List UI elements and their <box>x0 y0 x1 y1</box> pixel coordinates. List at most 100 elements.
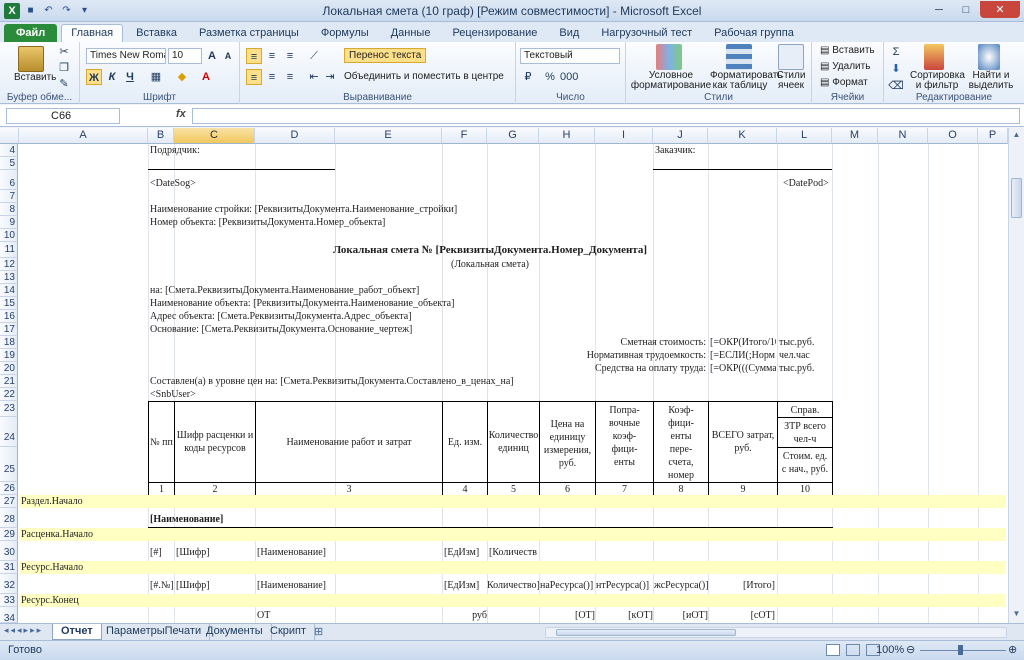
zoom-out-icon[interactable]: ⊖ <box>906 643 915 656</box>
row-header[interactable]: 10 <box>0 229 18 242</box>
row-header[interactable]: 26 <box>0 482 18 495</box>
minimize-button[interactable]: ─ <box>926 1 952 18</box>
col-header-m[interactable]: M <box>832 128 878 144</box>
row-header[interactable]: 24 <box>0 417 18 447</box>
row-header[interactable]: 25 <box>0 447 18 482</box>
col-header-a[interactable]: A <box>19 128 148 144</box>
col-header-f[interactable]: F <box>442 128 487 144</box>
row-header[interactable]: 28 <box>0 508 18 528</box>
row-header[interactable]: 5 <box>0 157 18 170</box>
spreadsheet-grid[interactable]: A B C D E F G H I J K L M N O P 4 5 6 7 … <box>0 128 1008 623</box>
delete-cells-button[interactable]: ▤ Удалить <box>820 61 870 72</box>
outdent-icon[interactable]: ⇥ <box>322 69 338 85</box>
format-cells-button[interactable]: ▤ Формат <box>820 77 868 88</box>
close-button[interactable]: ✕ <box>980 1 1020 18</box>
indent-icon[interactable]: ⇤ <box>306 69 322 85</box>
borders-icon[interactable]: ▦ <box>148 69 164 85</box>
align-right-icon[interactable]: ≡ <box>282 69 298 85</box>
row-header[interactable]: 18 <box>0 336 18 349</box>
col-header-n[interactable]: N <box>878 128 928 144</box>
col-header-h[interactable]: H <box>539 128 595 144</box>
format-table-button[interactable]: Форматировать как таблицу <box>710 71 783 91</box>
row-header[interactable]: 19 <box>0 349 18 362</box>
tab-load-test[interactable]: Нагрузочный тест <box>592 25 701 42</box>
align-left-icon[interactable]: ≡ <box>246 69 262 85</box>
currency-icon[interactable]: ₽ <box>520 69 536 85</box>
hscroll-thumb[interactable] <box>556 629 736 636</box>
font-color-icon[interactable]: A <box>198 69 214 85</box>
row-header[interactable]: 15 <box>0 297 18 310</box>
tab-page-layout[interactable]: Разметка страницы <box>190 25 308 42</box>
row-header[interactable]: 6 <box>0 170 18 190</box>
align-top-icon[interactable]: ≡ <box>246 48 262 64</box>
row-header[interactable]: 29 <box>0 528 18 541</box>
shrink-font-icon[interactable]: A <box>220 48 236 64</box>
cell-styles-button[interactable]: Стили ячеек <box>772 71 810 91</box>
cut-icon[interactable]: ✂ <box>56 44 72 60</box>
tab-formulas[interactable]: Формулы <box>312 25 378 42</box>
col-header-d[interactable]: D <box>255 128 335 144</box>
row-header[interactable]: 32 <box>0 574 18 594</box>
row-header[interactable]: 9 <box>0 216 18 229</box>
row-header[interactable]: 14 <box>0 284 18 297</box>
row-header[interactable]: 7 <box>0 190 18 203</box>
font-name-combo[interactable]: Times New Roman <box>86 48 166 64</box>
horizontal-scrollbar[interactable] <box>545 627 1007 638</box>
sheet-tab-script[interactable]: Скрипт <box>262 624 316 640</box>
scroll-down-icon[interactable]: ▼ <box>1011 609 1022 621</box>
maximize-button[interactable]: □ <box>953 1 979 18</box>
row-header[interactable]: 31 <box>0 561 18 574</box>
insert-cells-button[interactable]: ▤ Вставить <box>820 45 875 56</box>
zoom-in-icon[interactable]: ⊕ <box>1008 643 1017 656</box>
tab-review[interactable]: Рецензирование <box>443 25 546 42</box>
sheet-tab-params[interactable]: ПараметрыПечати <box>98 624 211 640</box>
row-header[interactable]: 13 <box>0 271 18 284</box>
merge-center-button[interactable]: Объединить и поместить в центре <box>344 71 504 82</box>
font-size-combo[interactable]: 10 <box>168 48 202 64</box>
col-header-i[interactable]: I <box>595 128 653 144</box>
col-header-o[interactable]: O <box>928 128 978 144</box>
wrap-text-button[interactable]: Перенос текста <box>344 48 427 63</box>
name-box[interactable]: C66 <box>6 108 120 124</box>
format-painter-icon[interactable]: ✎ <box>56 76 72 92</box>
bold-button[interactable]: Ж <box>86 69 102 85</box>
row-header[interactable]: 8 <box>0 203 18 216</box>
align-center-icon[interactable]: ≡ <box>264 69 280 85</box>
sheet-tab-otchet[interactable]: Отчет <box>52 624 102 640</box>
zoom-level[interactable]: 100% <box>876 644 904 656</box>
page-layout-view-icon[interactable] <box>846 644 860 656</box>
underline-button[interactable]: Ч <box>122 69 138 85</box>
sheet-nav-icon[interactable]: ◂◂◂▸▸▸ <box>4 625 43 636</box>
row-header[interactable]: 30 <box>0 541 18 561</box>
row-header[interactable]: 22 <box>0 388 18 401</box>
col-header-g[interactable]: G <box>487 128 539 144</box>
tab-data[interactable]: Данные <box>382 25 440 42</box>
tab-team[interactable]: Рабочая группа <box>705 25 803 42</box>
align-bottom-icon[interactable]: ≡ <box>282 48 298 64</box>
normal-view-icon[interactable] <box>826 644 840 656</box>
row-header[interactable]: 4 <box>0 144 18 157</box>
fill-color-icon[interactable]: ◆ <box>174 69 190 85</box>
row-header[interactable]: 21 <box>0 375 18 388</box>
row-header[interactable]: 20 <box>0 362 18 375</box>
paste-button[interactable]: Вставить <box>14 72 56 83</box>
orientation-icon[interactable]: ⟋ <box>306 48 322 64</box>
row-header[interactable]: 11 <box>0 242 18 258</box>
tab-insert[interactable]: Вставка <box>127 25 186 42</box>
row-header[interactable]: 23 <box>0 401 18 417</box>
scroll-thumb[interactable] <box>1011 178 1022 218</box>
zoom-slider[interactable] <box>920 650 1006 651</box>
col-header-k[interactable]: K <box>708 128 777 144</box>
row-header[interactable]: 27 <box>0 495 18 508</box>
col-header-l[interactable]: L <box>777 128 832 144</box>
select-all-corner[interactable] <box>0 128 19 144</box>
sheet-tab-documents[interactable]: Документы <box>198 624 272 640</box>
comma-style-icon[interactable]: 000 <box>560 69 578 85</box>
find-select-button[interactable]: Найти и выделить <box>964 71 1018 91</box>
copy-icon[interactable]: ❐ <box>56 60 72 76</box>
sort-filter-button[interactable]: Сортировка и фильтр <box>910 71 965 91</box>
row-header[interactable]: 33 <box>0 594 18 607</box>
tab-file[interactable]: Файл <box>4 24 58 42</box>
row-header[interactable]: 16 <box>0 310 18 323</box>
grow-font-icon[interactable]: A <box>204 48 220 64</box>
